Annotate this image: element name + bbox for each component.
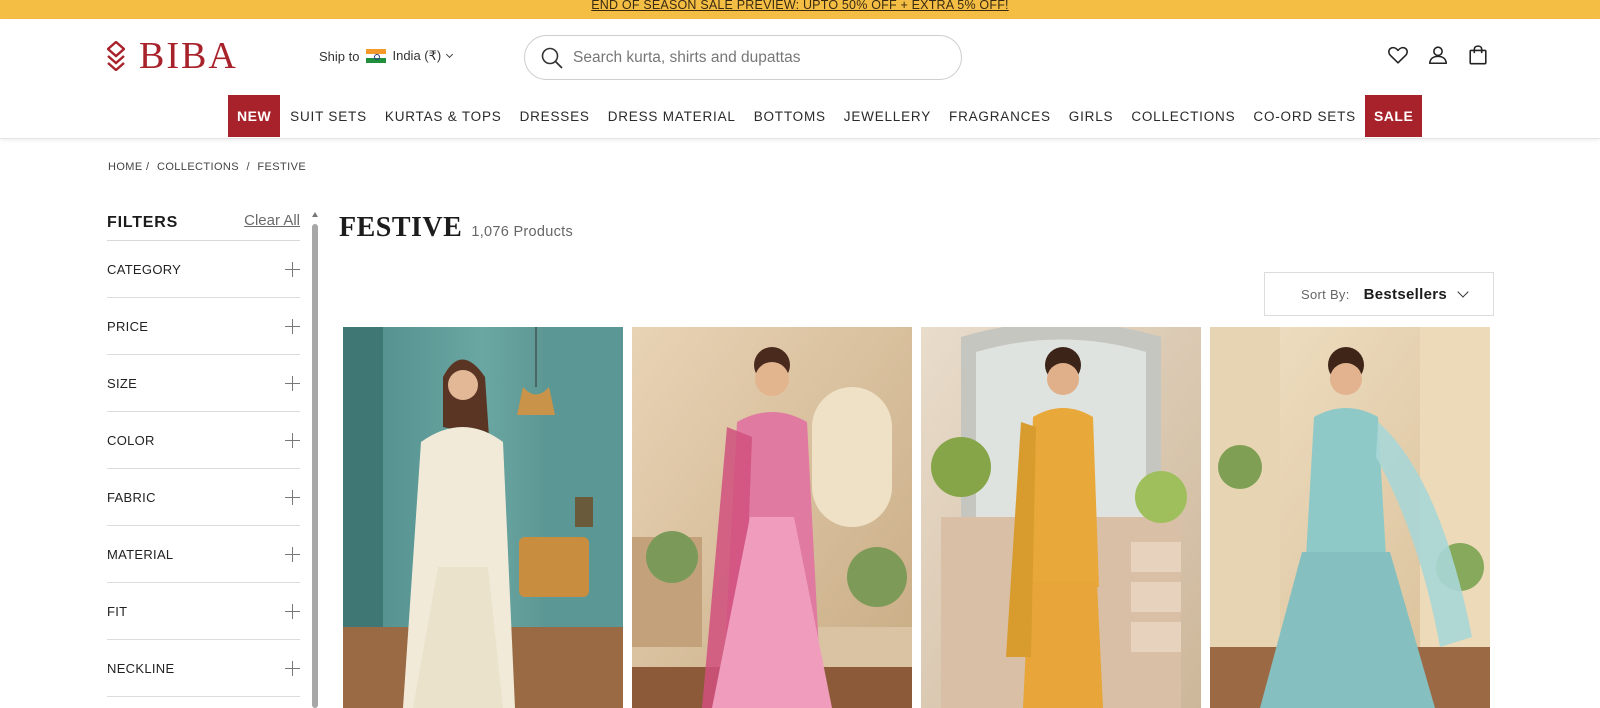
clear-all-link[interactable]: Clear All [244, 212, 300, 229]
nav-item-sale[interactable]: SALE [1364, 95, 1423, 137]
nav-item-girls[interactable]: GIRLS [1069, 109, 1114, 124]
nav-item-dress-material[interactable]: DRESS MATERIAL [608, 109, 736, 124]
plus-icon [285, 660, 300, 676]
product-image[interactable] [343, 327, 623, 708]
facet-label: SIZE [107, 375, 138, 391]
plus-icon [285, 546, 300, 562]
facet-label: COLOR [107, 432, 155, 448]
nav-item-fragrances[interactable]: FRAGRANCES [949, 109, 1051, 124]
product-grid [343, 327, 1490, 708]
page-title: FESTIVE [339, 212, 463, 243]
plus-icon [285, 489, 300, 505]
ship-to-selector[interactable]: Ship to India (₹) [319, 48, 454, 64]
product-image[interactable] [1210, 327, 1490, 708]
nav-item-suit-sets[interactable]: SUIT SETS [290, 109, 367, 124]
search-icon [541, 47, 563, 68]
product-card[interactable] [1210, 327, 1490, 708]
site-header: BIBA Ship to India (₹) NEW SUIT SETS KUR… [0, 19, 1600, 139]
search-input[interactable] [573, 48, 933, 67]
breadcrumb-separator: / [246, 161, 250, 173]
nav-item-new[interactable]: NEW [228, 95, 281, 137]
announcement-link[interactable]: END OF SEASON SALE PREVIEW: UPTO 50% OFF… [591, 0, 1008, 12]
facet-label: CATEGORY [107, 261, 182, 277]
facet-neckline[interactable]: NECKLINE [107, 640, 300, 697]
heart-icon[interactable] [1387, 44, 1409, 66]
plus-icon [285, 603, 300, 619]
facet-price[interactable]: PRICE [107, 298, 300, 355]
ship-to-label: Ship to [319, 48, 360, 64]
logo-mark-icon [107, 41, 125, 71]
facet-label: NECKLINE [107, 660, 175, 676]
facet-material[interactable]: MATERIAL [107, 526, 300, 583]
product-card[interactable] [632, 327, 912, 708]
nav-item-bottoms[interactable]: BOTTOMS [754, 109, 826, 124]
listing-header: FESTIVE 1,076 Products [339, 212, 573, 244]
filters-scrollbar[interactable] [312, 212, 318, 708]
main-nav: NEW SUIT SETS KURTAS & TOPS DRESSES DRES… [228, 95, 1423, 137]
breadcrumb-home[interactable]: HOME / [108, 161, 150, 173]
scroll-up-arrow-icon[interactable] [312, 212, 318, 217]
facet-label: MATERIAL [107, 546, 174, 562]
product-card[interactable] [921, 327, 1201, 708]
facet-fabric[interactable]: FABRIC [107, 469, 300, 526]
filters-sidebar: FILTERS Clear All CATEGORY PRICE SIZE CO… [107, 205, 300, 697]
product-image[interactable] [921, 327, 1201, 708]
logo-wordmark: BIBA [139, 35, 238, 77]
facet-color[interactable]: COLOR [107, 412, 300, 469]
india-flag-icon [366, 49, 387, 64]
plus-icon [285, 261, 300, 277]
chevron-down-icon [1457, 286, 1469, 298]
product-count: 1,076 Products [471, 224, 574, 240]
nav-item-co-ord-sets[interactable]: CO-ORD SETS [1253, 109, 1356, 124]
search-bar[interactable] [524, 35, 962, 80]
user-icon[interactable] [1427, 44, 1449, 66]
announcement-bar: END OF SEASON SALE PREVIEW: UPTO 50% OFF… [0, 0, 1600, 19]
bag-icon[interactable] [1467, 44, 1489, 66]
breadcrumb-current: FESTIVE [257, 161, 307, 173]
facet-fit[interactable]: FIT [107, 583, 300, 640]
header-actions [1387, 44, 1489, 66]
nav-item-kurtas-tops[interactable]: KURTAS & TOPS [385, 109, 502, 124]
facet-label: FIT [107, 603, 128, 619]
breadcrumb: HOME / COLLECTIONS / FESTIVE [108, 161, 310, 173]
brand-logo[interactable]: BIBA [107, 35, 238, 77]
sort-label: Sort By: [1301, 286, 1350, 302]
breadcrumb-collections[interactable]: COLLECTIONS [157, 161, 239, 173]
product-image[interactable] [632, 327, 912, 708]
plus-icon [285, 375, 300, 391]
facet-category[interactable]: CATEGORY [107, 241, 300, 298]
nav-item-dresses[interactable]: DRESSES [520, 109, 590, 124]
filters-header: FILTERS Clear All [107, 205, 300, 241]
facet-label: PRICE [107, 318, 149, 334]
country-value: India (₹) [392, 48, 442, 63]
nav-item-collections[interactable]: COLLECTIONS [1131, 109, 1235, 124]
facet-size[interactable]: SIZE [107, 355, 300, 412]
facet-label: FABRIC [107, 489, 156, 505]
sort-dropdown[interactable]: Sort By: Bestsellers [1264, 272, 1494, 316]
chevron-down-icon [446, 50, 454, 58]
product-card[interactable] [343, 327, 623, 708]
plus-icon [285, 432, 300, 448]
plus-icon [285, 318, 300, 334]
nav-item-jewellery[interactable]: JEWELLERY [844, 109, 931, 124]
scroll-thumb[interactable] [312, 224, 318, 708]
sort-value: Bestsellers [1363, 285, 1447, 303]
filters-title: FILTERS [107, 213, 179, 231]
